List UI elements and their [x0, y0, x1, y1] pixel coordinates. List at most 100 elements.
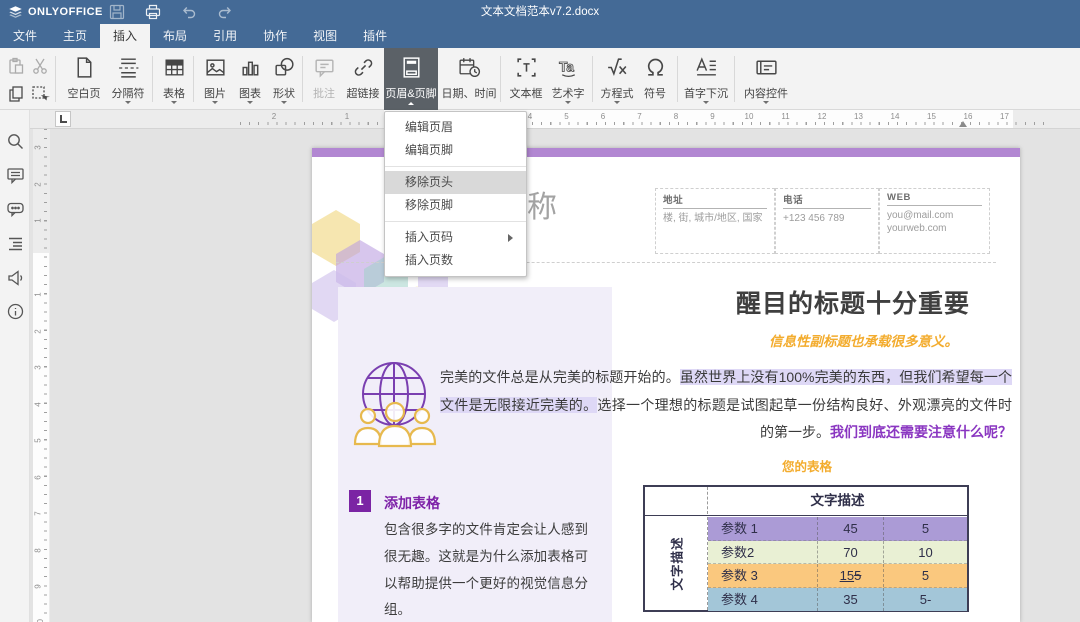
- table-row[interactable]: 参数 3 155 5: [708, 564, 967, 588]
- feedback-megaphone-icon: [6, 268, 25, 287]
- cut-button[interactable]: [30, 56, 52, 78]
- chart-icon: [238, 55, 263, 80]
- tab-file[interactable]: 文件: [0, 24, 50, 48]
- tab-home[interactable]: 主页: [50, 24, 100, 48]
- comments-panel-button[interactable]: [6, 166, 25, 185]
- menu-item-insert-page-number[interactable]: 插入页码: [385, 226, 526, 249]
- hyperlink-button[interactable]: 超链接: [342, 48, 384, 110]
- search-button[interactable]: [6, 132, 25, 151]
- right-indent-marker[interactable]: [959, 117, 967, 127]
- drop-cap-button[interactable]: 首字下沉: [681, 48, 731, 110]
- copy-button[interactable]: [6, 84, 28, 106]
- toolbar-divider: [500, 56, 501, 102]
- print-button[interactable]: [144, 3, 162, 21]
- word-art-icon: Ta: [556, 55, 581, 80]
- tab-collaboration[interactable]: 协作: [250, 24, 300, 48]
- menu-item-edit-header[interactable]: 编辑页眉: [385, 116, 526, 139]
- blank-page-icon: [72, 55, 97, 80]
- paste-button[interactable]: [6, 56, 28, 78]
- save-icon: [108, 3, 126, 21]
- tab-view[interactable]: 视图: [300, 24, 350, 48]
- date-time-icon: [457, 55, 482, 80]
- date-time-button[interactable]: 日期、时间: [440, 48, 498, 110]
- chevron-down-icon: [565, 101, 571, 107]
- table-row-header[interactable]: 文字描述: [645, 517, 708, 610]
- shape-icon: [272, 55, 297, 80]
- comments-icon: [6, 166, 25, 185]
- table-corner-cell[interactable]: [645, 487, 708, 514]
- about-button[interactable]: [6, 302, 25, 321]
- symbol-omega-icon: [643, 55, 668, 80]
- horizontal-ruler[interactable]: 214567891011121314151617: [30, 110, 1080, 129]
- table-icon: [162, 55, 187, 80]
- table-row[interactable]: 参数2 70 10: [708, 541, 967, 565]
- shape-button[interactable]: 形状: [267, 48, 301, 110]
- header-footer-button[interactable]: 页眉&页脚: [384, 48, 438, 110]
- menu-item-remove-header[interactable]: 移除页头: [385, 171, 526, 194]
- word-art-button[interactable]: Ta 艺术字: [547, 48, 589, 110]
- toolbar-divider: [55, 56, 56, 102]
- search-icon: [6, 132, 25, 151]
- step-heading[interactable]: 添加表格: [384, 493, 440, 513]
- vertical-ruler[interactable]: 32112345678910: [33, 129, 50, 622]
- toolbar-divider: [592, 56, 593, 102]
- content-control-button[interactable]: 内容控件: [738, 48, 794, 110]
- address-cell[interactable]: 地址 楼, 街, 城市/地区, 国家: [655, 188, 775, 254]
- tab-references[interactable]: 引用: [200, 24, 250, 48]
- feedback-button[interactable]: [6, 268, 25, 287]
- save-button[interactable]: [108, 3, 126, 21]
- blank-page-button[interactable]: 空白页: [62, 48, 106, 110]
- question-run: 我们到底还需要注意什么呢？: [830, 424, 1012, 440]
- image-button[interactable]: 图片: [197, 48, 233, 110]
- cut-icon: [30, 56, 50, 76]
- chevron-down-icon: [614, 101, 620, 107]
- undo-button[interactable]: [180, 3, 198, 21]
- document-heading[interactable]: 醒目的标题十分重要: [736, 284, 970, 320]
- page-break-button[interactable]: 分隔符: [107, 48, 149, 110]
- tab-layout[interactable]: 布局: [150, 24, 200, 48]
- drop-cap-icon: [694, 55, 719, 80]
- table-row[interactable]: 参数 4 35 5-: [708, 588, 967, 612]
- chevron-down-icon: [703, 101, 709, 107]
- tab-insert[interactable]: 插入: [100, 24, 150, 48]
- tab-stop-selector[interactable]: [55, 111, 71, 127]
- menu-item-edit-footer[interactable]: 编辑页脚: [385, 139, 526, 162]
- select-all-button[interactable]: [30, 84, 52, 106]
- phone-cell[interactable]: 电话 +123 456 789: [775, 188, 879, 254]
- table-caption[interactable]: 您的表格: [742, 456, 872, 475]
- tracked-change-cell[interactable]: 155: [818, 564, 884, 587]
- insert-toolbar: 空白页 分隔符 表格 图片: [0, 48, 1080, 110]
- contact-header-table[interactable]: 地址 楼, 街, 城市/地区, 国家 电话 +123 456 789 WEB y…: [655, 188, 990, 254]
- chat-panel-button[interactable]: [6, 200, 25, 219]
- menubar: 文件 主页 插入 布局 引用 协作 视图 插件: [0, 24, 1080, 48]
- table-button[interactable]: 表格: [156, 48, 192, 110]
- table-row[interactable]: 参数 1 45 5: [708, 517, 967, 541]
- chart-button[interactable]: 图表: [233, 48, 267, 110]
- menu-item-insert-page-count[interactable]: 插入页数: [385, 249, 526, 272]
- text-box-icon: [514, 55, 539, 80]
- data-table[interactable]: 文字描述 文字描述 参数 1 45 5 参数2 70 10 参数 3 155 5…: [643, 485, 969, 612]
- onlyoffice-logo-icon: [8, 5, 23, 20]
- paste-icon: [6, 56, 26, 76]
- menu-item-remove-footer[interactable]: 移除页脚: [385, 194, 526, 217]
- redo-button[interactable]: [216, 3, 234, 21]
- tab-plugins[interactable]: 插件: [350, 24, 400, 48]
- ruler-ticks: [44, 129, 47, 622]
- navigation-panel-button[interactable]: [6, 234, 25, 253]
- step-body-text[interactable]: 包含很多字的文件肯定会让人感到很无趣。这就是为什么添加表格可以帮助提供一个更好的…: [384, 517, 588, 622]
- step-number-badge[interactable]: 1: [349, 490, 371, 512]
- intro-paragraph[interactable]: 完美的文件总是从完美的标题开始的。虽然世界上没有100%完美的东西，但我们希望每…: [440, 364, 1012, 447]
- image-icon: [203, 55, 228, 80]
- paragraph-run: 完美的文件总是从完美的标题开始的。: [440, 369, 680, 385]
- menu-separator: [385, 166, 526, 167]
- web-cell[interactable]: WEB you@mail.com yourweb.com: [879, 188, 990, 254]
- chevron-down-icon: [125, 101, 131, 107]
- titlebar: ONLYOFFICE 文本文档范本v7.2.docx: [0, 0, 1080, 24]
- globe-people-illustration: [346, 354, 448, 452]
- text-box-button[interactable]: 文本框: [505, 48, 547, 110]
- equation-button[interactable]: 方程式: [596, 48, 638, 110]
- table-column-header[interactable]: 文字描述: [708, 487, 967, 514]
- header-footer-icon: [399, 55, 424, 80]
- document-subheading[interactable]: 信息性副标题也承载很多意义。: [769, 330, 958, 350]
- symbol-button[interactable]: 符号: [638, 48, 672, 110]
